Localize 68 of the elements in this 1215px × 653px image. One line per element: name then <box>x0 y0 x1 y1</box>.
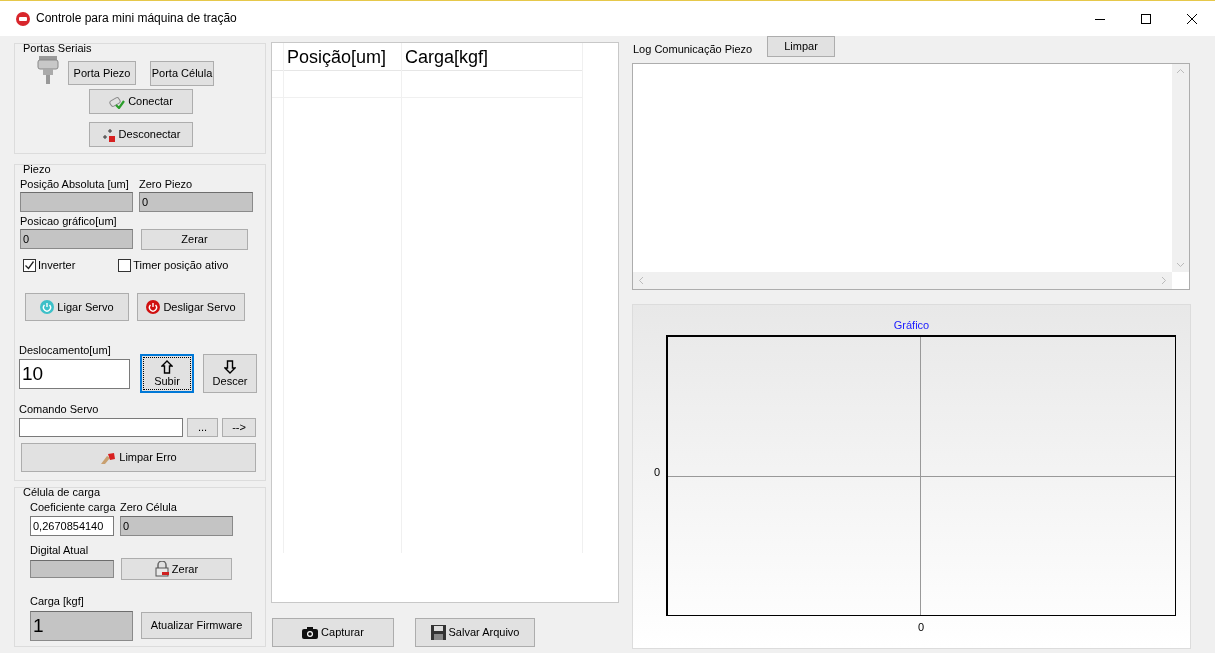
log-box[interactable] <box>632 63 1190 290</box>
connect-button[interactable]: Conectar <box>89 89 193 114</box>
input-field[interactable]: 0 <box>139 192 253 212</box>
group-title: Portas Seriais <box>23 43 93 55</box>
app-icon <box>16 11 30 26</box>
brush-icon <box>100 450 117 465</box>
field-label: Posição Absoluta [um] <box>20 178 130 191</box>
maximize-icon <box>1141 13 1151 24</box>
firmware-button[interactable]: Atualizar Firmware <box>141 612 252 639</box>
field-label: Digital Atual <box>30 544 90 557</box>
column-header[interactable]: Carga[kgf] <box>402 43 582 71</box>
scroll-up-icon[interactable] <box>1176 68 1185 74</box>
input-field[interactable]: 1 <box>30 611 133 641</box>
scroll-down-icon[interactable] <box>1176 262 1185 268</box>
browse-button[interactable]: ... <box>187 418 218 437</box>
scroll-left-icon[interactable] <box>638 276 644 285</box>
capture-button[interactable]: Capturar <box>272 618 394 647</box>
log-label: Log Comunicação Piezo <box>633 43 754 56</box>
input-field[interactable]: 0,2670854140 <box>30 516 114 536</box>
scroll-right-icon[interactable] <box>1161 276 1167 285</box>
column-header[interactable]: Posição[um] <box>284 43 401 71</box>
move-down-button[interactable]: Descer <box>203 354 257 393</box>
reset-button[interactable]: Zerar <box>121 558 232 580</box>
servo-off-button[interactable]: Desligar Servo <box>137 293 245 321</box>
field-label: Comando Servo <box>19 403 100 415</box>
close-icon <box>1187 13 1197 24</box>
checkbox-label[interactable]: Inverter <box>38 258 76 272</box>
checkbox-label[interactable]: Timer posição ativo <box>133 258 229 272</box>
floppy-icon <box>430 625 446 640</box>
field-label: Posicao gráfico[um] <box>20 215 118 228</box>
port-button[interactable]: Porta Célula <box>150 61 214 86</box>
connector-icon <box>37 56 59 84</box>
field-label: Deslocamento[um] <box>19 344 112 357</box>
input-field[interactable]: 0 <box>120 516 233 536</box>
clear-error-button[interactable]: Limpar Erro <box>21 443 256 472</box>
checkbox[interactable] <box>23 258 36 272</box>
send-button[interactable]: --> <box>222 418 256 437</box>
power-icon <box>146 300 161 314</box>
input-field[interactable]: 0 <box>20 229 133 249</box>
camera-icon <box>302 626 319 639</box>
field-label: Zero Célula <box>120 501 177 514</box>
move-up-button[interactable]: Subir <box>140 354 194 393</box>
input-field[interactable]: 10 <box>19 358 130 389</box>
field-label: Coeficiente carga <box>30 501 117 514</box>
padlock-icon <box>154 561 169 577</box>
disconnect-button[interactable]: Desconectar <box>89 122 193 147</box>
save-file-button[interactable]: Salvar Arquivo <box>415 618 535 647</box>
unplug-icon <box>101 127 116 142</box>
arrow-up-icon <box>161 360 173 374</box>
reset-button[interactable]: Zerar <box>141 229 248 250</box>
checkbox[interactable] <box>118 258 132 272</box>
servo-on-button[interactable]: Ligar Servo <box>25 293 129 321</box>
input-field[interactable] <box>19 418 183 437</box>
group-title: Célula de carga <box>23 487 102 499</box>
arrow-down-icon <box>224 360 236 374</box>
group-title: Piezo <box>23 164 52 176</box>
port-button[interactable]: Porta Piezo <box>68 61 136 85</box>
chart-title: Gráfico <box>893 319 930 332</box>
axis-tick-label: 0 <box>918 621 924 634</box>
plug-icon <box>109 94 126 109</box>
power-icon <box>40 300 55 314</box>
input-field[interactable] <box>30 560 114 578</box>
axis-tick-label: 0 <box>652 466 661 480</box>
clear-button[interactable]: Limpar <box>767 36 835 57</box>
field-label: Carga [kgf] <box>30 595 85 608</box>
field-label: Zero Piezo <box>139 178 193 191</box>
window-title: Controle para mini máquina de tração <box>36 11 237 26</box>
input-field[interactable] <box>20 192 133 212</box>
